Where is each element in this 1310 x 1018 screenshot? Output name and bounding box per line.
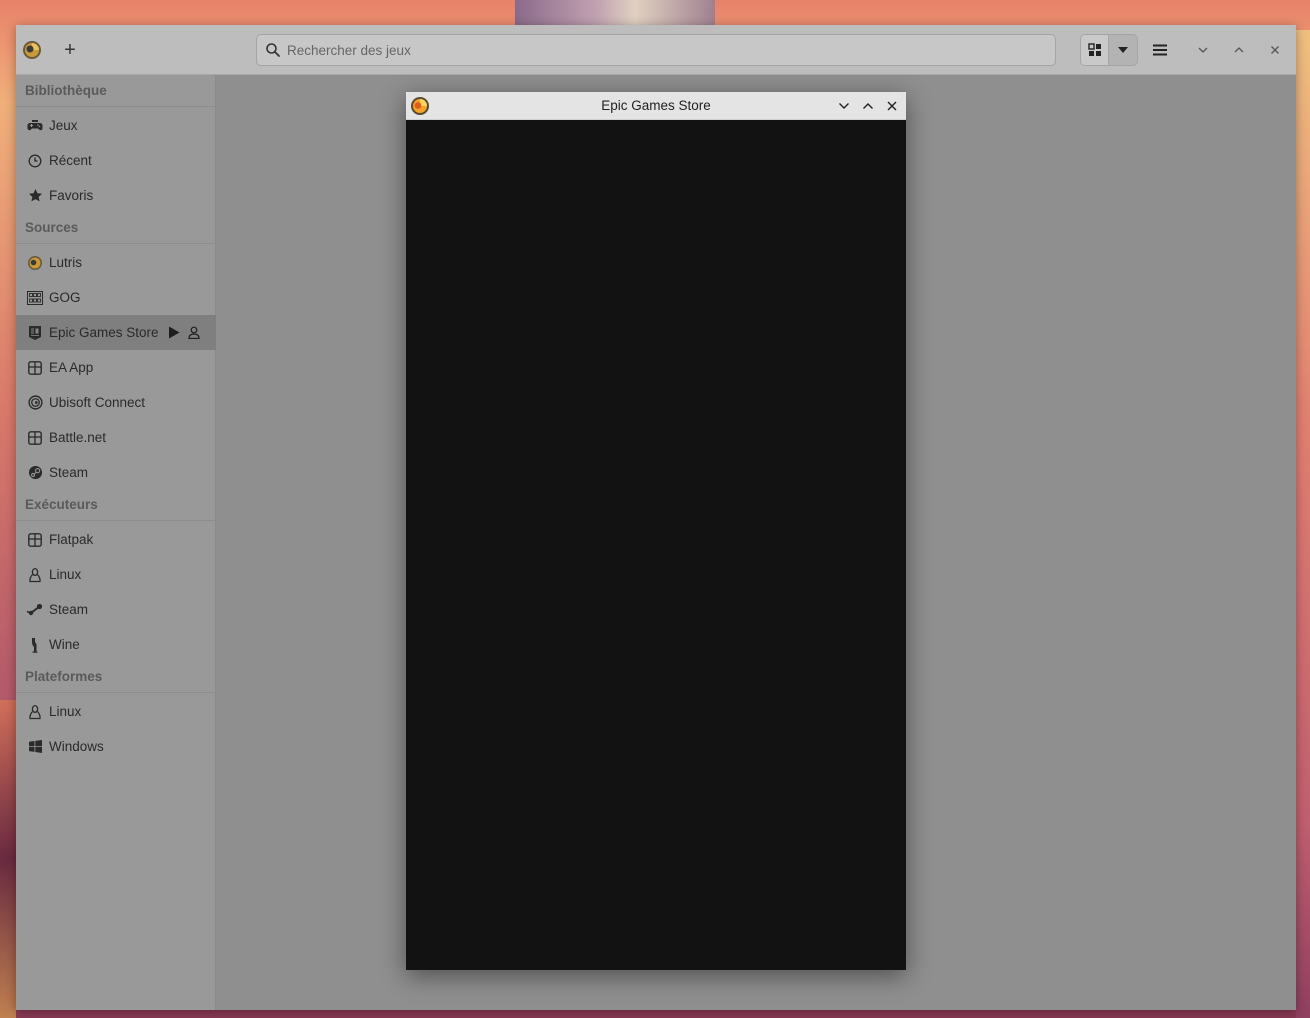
sidebar-item-label: Flatpak [49, 532, 94, 547]
sidebar-item-label: Favoris [49, 188, 94, 203]
sidebar-item-label: Linux [49, 567, 82, 582]
steam-runner-icon [27, 602, 43, 618]
lutris-logo-icon [410, 96, 430, 116]
tux-icon [27, 704, 43, 720]
sidebar-item-label: Lutris [49, 255, 83, 270]
chevron-down-icon [1198, 47, 1208, 53]
dialog-maximize-button[interactable] [860, 98, 876, 114]
sidebar-item-label: Linux [49, 704, 82, 719]
sidebar-item-label: Battle.net [49, 430, 107, 445]
sidebar: Bibliothèque Jeux Récent Favoris Sources… [16, 75, 216, 1010]
view-options-dropdown[interactable] [1109, 35, 1137, 65]
gamepad-icon [27, 118, 43, 134]
sidebar-item-ea-app[interactable]: EA App [16, 350, 216, 385]
dialog-titlebar[interactable]: Epic Games Store [406, 92, 906, 120]
package-icon [27, 360, 43, 376]
sidebar-item-battle-net[interactable]: Battle.net [16, 420, 216, 455]
header-bar: + [16, 25, 1296, 75]
sidebar-item-linux-platform[interactable]: Linux [16, 694, 216, 729]
dialog-close-button[interactable] [884, 98, 900, 114]
search-box[interactable] [256, 34, 1056, 66]
chevron-down-icon [839, 103, 849, 109]
wine-icon [27, 637, 43, 653]
steam-icon [27, 465, 43, 481]
section-header-runners: Exécuteurs [16, 489, 216, 521]
dialog-title: Epic Games Store [601, 98, 711, 113]
grid-icon [1087, 43, 1101, 56]
close-icon [1271, 46, 1279, 54]
lutris-icon [27, 255, 43, 271]
sidebar-item-label: Récent [49, 153, 92, 168]
package-icon [27, 430, 43, 446]
play-icon [169, 326, 180, 338]
maximize-button[interactable] [1229, 40, 1249, 60]
wallpaper-left [0, 700, 16, 1018]
star-icon [27, 188, 43, 204]
gog-icon [27, 290, 43, 306]
sidebar-item-label: Steam [49, 465, 89, 480]
close-button[interactable] [1265, 40, 1285, 60]
sidebar-item-label: EA App [49, 360, 94, 375]
sidebar-item-label: GOG [49, 290, 81, 305]
sidebar-item-games[interactable]: Jeux [16, 108, 216, 143]
user-icon [188, 326, 200, 339]
view-toggle-group [1080, 34, 1138, 66]
main-menu-button[interactable] [1150, 38, 1170, 62]
play-button[interactable] [166, 324, 182, 340]
sidebar-item-wine[interactable]: Wine [16, 627, 216, 662]
close-icon [887, 101, 897, 111]
lutris-logo-icon[interactable] [22, 40, 42, 60]
clock-icon [27, 153, 43, 169]
epic-games-store-dialog: Epic Games Store [406, 92, 906, 970]
sidebar-item-label: Epic Games Store [49, 325, 159, 340]
sidebar-item-lutris[interactable]: Lutris [16, 245, 216, 280]
sidebar-item-label: Wine [49, 637, 80, 652]
sidebar-item-label: Jeux [49, 118, 78, 133]
section-header-sources: Sources [16, 212, 216, 244]
sidebar-item-favorites[interactable]: Favoris [16, 178, 216, 213]
sidebar-item-linux-runner[interactable]: Linux [16, 557, 216, 592]
sidebar-item-epic-games-store[interactable]: Epic Games Store [16, 315, 216, 350]
sidebar-item-ubisoft-connect[interactable]: Ubisoft Connect [16, 385, 216, 420]
tux-icon [27, 567, 43, 583]
dialog-webview[interactable] [406, 120, 906, 970]
wallpaper-right [1296, 30, 1310, 1018]
search-input[interactable] [287, 35, 1047, 65]
sidebar-item-steam-runner[interactable]: Steam [16, 592, 216, 627]
account-button[interactable] [186, 324, 202, 340]
package-icon [27, 532, 43, 548]
chevron-up-icon [1234, 47, 1244, 53]
search-icon [265, 42, 281, 58]
sidebar-item-label: Windows [49, 739, 104, 754]
sidebar-item-windows[interactable]: Windows [16, 729, 216, 764]
chevron-up-icon [863, 103, 873, 109]
wallpaper-top [515, 0, 715, 26]
section-header-platforms: Plateformes [16, 661, 216, 693]
add-game-button[interactable]: + [60, 38, 80, 62]
sidebar-item-flatpak[interactable]: Flatpak [16, 522, 216, 557]
epic-icon [27, 325, 43, 341]
sidebar-item-label: Steam [49, 602, 89, 617]
windows-icon [27, 739, 43, 755]
sidebar-item-recent[interactable]: Récent [16, 143, 216, 178]
minimize-button[interactable] [1193, 40, 1213, 60]
section-header-library: Bibliothèque [16, 75, 216, 107]
caret-down-icon [1118, 47, 1128, 53]
sidebar-item-gog[interactable]: GOG [16, 280, 216, 315]
sidebar-item-steam-source[interactable]: Steam [16, 455, 216, 490]
grid-view-button[interactable] [1081, 35, 1110, 65]
sidebar-item-label: Ubisoft Connect [49, 395, 146, 410]
ubisoft-icon [27, 395, 43, 411]
dialog-minimize-button[interactable] [836, 98, 852, 114]
hamburger-icon [1153, 44, 1167, 56]
